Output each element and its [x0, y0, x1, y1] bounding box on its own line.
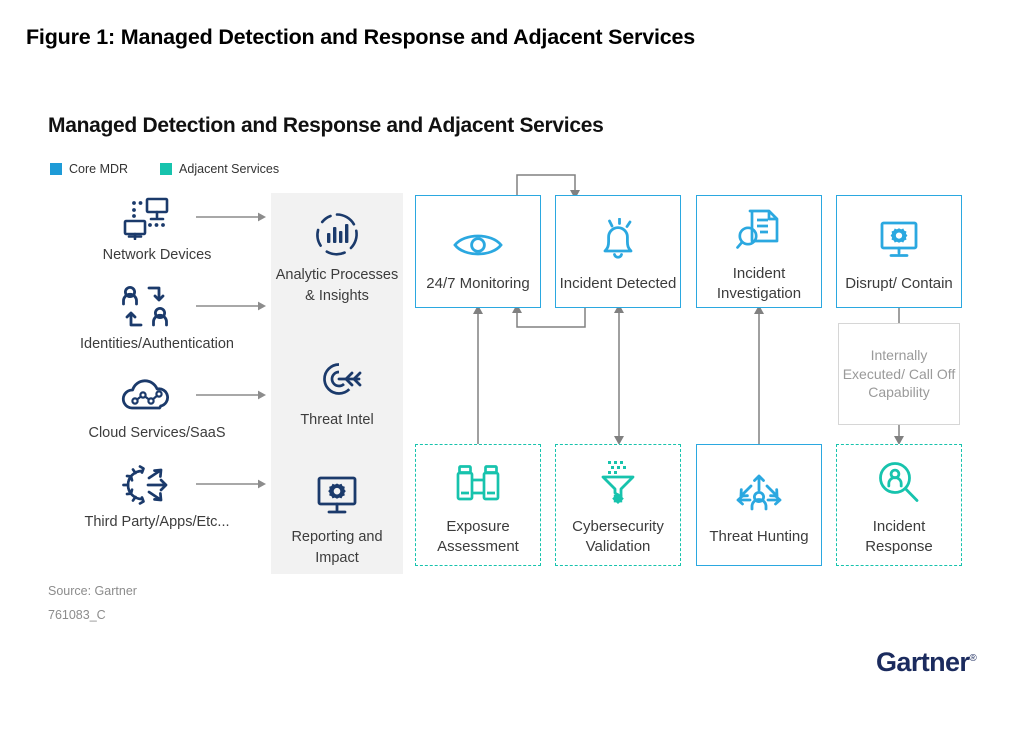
capabilities-panel: Analytic Processes & Insights Threat Int…: [271, 193, 403, 574]
threat-hunting-icon: [734, 463, 784, 515]
identities-authentication-icon: [116, 284, 178, 330]
capability-label: Reporting and Impact: [291, 529, 383, 566]
legend-label: Adjacent Services: [179, 162, 280, 176]
source-arrow-icon: [196, 390, 266, 400]
chart-subtitle: Managed Detection and Response and Adjac…: [48, 114, 604, 137]
eye-icon: [452, 210, 504, 262]
cloud-services-icon: [116, 373, 178, 419]
process-box-247-monitoring[interactable]: 24/7 Monitoring: [415, 195, 541, 308]
process-label: Disrupt/ Contain: [845, 274, 953, 292]
process-box-incident-investigation[interactable]: Incident Investigation: [696, 195, 822, 308]
capability-threat-intel: Threat Intel: [271, 356, 403, 431]
source-id: 761083_C: [48, 608, 106, 622]
process-box-disrupt-contain[interactable]: Disrupt/ Contain: [836, 195, 962, 308]
capability-reporting-impact: Reporting and Impact: [271, 473, 403, 568]
source-note: Source: Gartner: [48, 584, 137, 598]
process-box-incident-response[interactable]: Incident Response: [836, 444, 962, 566]
registered-mark-icon: ®: [969, 653, 977, 664]
process-label: Incident Investigation: [716, 264, 802, 302]
process-label: 24/7 Monitoring: [426, 274, 530, 292]
process-label: Incident Response: [865, 518, 933, 555]
process-label: Cybersecurity Validation: [572, 518, 664, 555]
process-box-incident-detected[interactable]: Incident Detected: [555, 195, 681, 308]
source-item-third-party-apps: Third Party/Apps/Etc...: [48, 460, 266, 549]
source-label: Identities/Authentication: [80, 336, 234, 352]
capability-analytic-processes: Analytic Processes & Insights: [271, 211, 403, 306]
legend-item-adjacent-services: Adjacent Services: [160, 162, 279, 176]
source-label: Network Devices: [102, 247, 212, 263]
third-party-apps-icon: [116, 462, 178, 508]
legend-label: Core MDR: [69, 162, 129, 176]
legend: Core MDR Adjacent Services: [50, 162, 279, 176]
source-arrow-icon: [196, 479, 266, 489]
process-label: Threat Hunting: [709, 528, 809, 546]
source-item-identities-authentication: Identities/Authentication: [48, 282, 266, 371]
capability-label: Analytic Processes & Insights: [275, 267, 399, 304]
source-arrow-icon: [196, 301, 266, 311]
network-devices-icon: [116, 195, 178, 241]
target-arrow-icon: [271, 356, 403, 402]
process-box-threat-hunting[interactable]: Threat Hunting: [696, 444, 822, 566]
monitor-gear-icon: [876, 210, 922, 262]
legend-item-core-mdr: Core MDR: [50, 162, 128, 176]
alert-bell-icon: [595, 210, 641, 262]
process-label: Incident Detected: [559, 274, 677, 292]
figure-canvas: Figure 1: Managed Detection and Response…: [0, 0, 1024, 749]
monitor-gear-icon: [271, 473, 403, 519]
source-item-network-devices: Network Devices: [48, 193, 266, 282]
person-magnifier-icon: [877, 453, 921, 505]
data-sources-column: Network Devices Identities/Authenticatio…: [48, 193, 266, 549]
source-label: Cloud Services/SaaS: [88, 425, 226, 441]
process-box-cybersecurity-validation[interactable]: Cybersecurity Validation: [555, 444, 681, 566]
binoculars-icon: [454, 453, 502, 505]
internally-executed-label: Internally Executed/ Call Off Capability: [842, 347, 956, 401]
document-magnifier-icon: [736, 200, 782, 252]
source-item-cloud-services: Cloud Services/SaaS: [48, 371, 266, 460]
funnel-bug-icon: [597, 453, 639, 505]
capability-label: Threat Intel: [300, 412, 374, 428]
process-box-exposure-assessment[interactable]: Exposure Assessment: [415, 444, 541, 566]
square-swatch-icon: [50, 163, 62, 175]
square-swatch-icon: [160, 163, 173, 175]
gartner-logo: Gartner®: [876, 647, 977, 677]
process-label: Exposure Assessment: [437, 518, 519, 555]
source-arrow-icon: [196, 212, 266, 222]
figure-title: Figure 1: Managed Detection and Response…: [26, 25, 696, 49]
analytics-chart-icon: [271, 211, 403, 257]
internally-executed-box: Internally Executed/ Call Off Capability: [838, 323, 960, 425]
source-label: Third Party/Apps/Etc...: [84, 514, 230, 530]
